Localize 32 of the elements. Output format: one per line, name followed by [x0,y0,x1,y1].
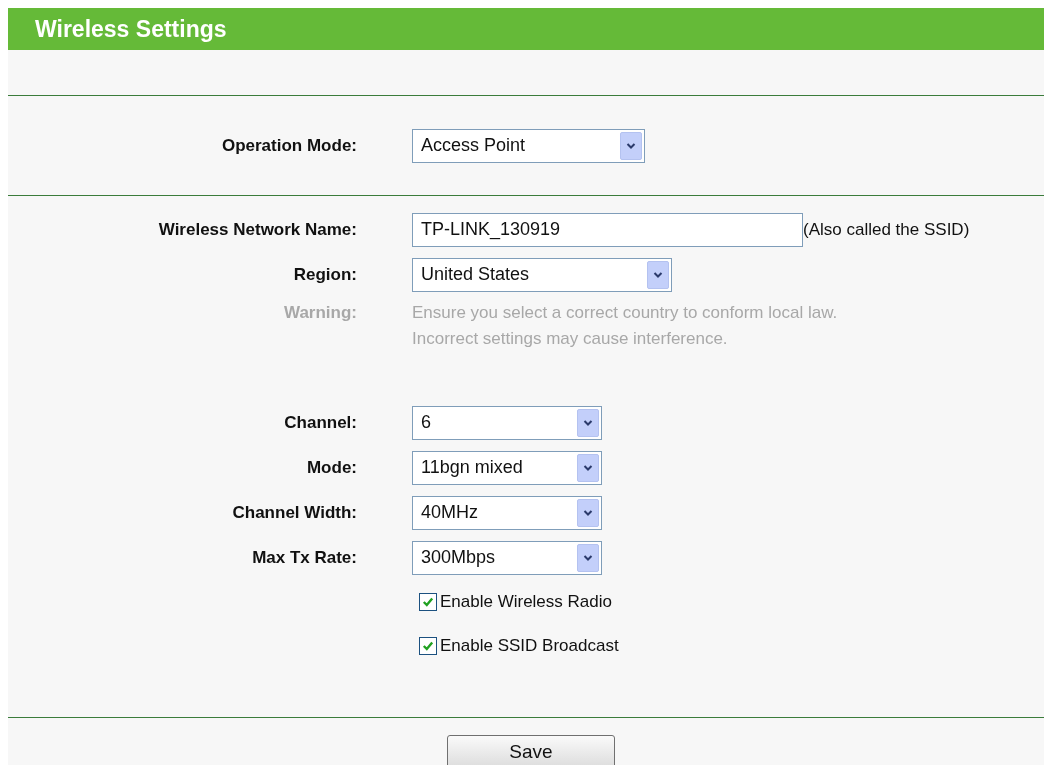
dropdown[interactable]: 6 [412,405,602,440]
field-label: Warning: [282,302,357,324]
dropdown[interactable]: 300Mbps [412,540,602,575]
field-label: Mode: [305,456,357,479]
text-field[interactable]: TP-LINK_130919 [412,212,803,247]
checkbox[interactable] [419,637,437,655]
field-label: Wireless Network Name: [157,218,357,241]
field-label: Region: [292,263,357,286]
checkbox[interactable] [419,593,437,611]
dropdown[interactable]: Access Point [412,128,645,163]
field-label: Channel: [283,411,357,434]
hint-text: (Also called the SSID) [803,218,970,241]
checkmark-icon [422,596,434,608]
warning-text: Incorrect settings may cause interference. [412,328,729,350]
dropdown[interactable]: 11bgn mixed [412,450,602,485]
dropdown[interactable]: United States [412,257,672,292]
caret-icon [577,498,599,527]
page-title: Wireless Settings [8,8,1044,50]
caret-icon [577,408,599,437]
caret-icon [620,131,642,160]
warning-text: Ensure you select a correct country to conform local law. [412,302,839,324]
caret-icon [647,260,669,289]
save-button[interactable]: Save [447,735,615,765]
field-label: Operation Mode: [220,134,357,157]
checkmark-icon [422,640,434,652]
checkbox-label: Enable SSID Broadcast [440,635,619,658]
caret-icon [577,453,599,482]
dropdown[interactable]: 40MHz [412,495,602,530]
field-label: Channel Width: [231,501,357,524]
field-label: Max Tx Rate: [251,546,357,569]
checkbox-label: Enable Wireless Radio [440,591,612,614]
caret-icon [577,543,599,572]
